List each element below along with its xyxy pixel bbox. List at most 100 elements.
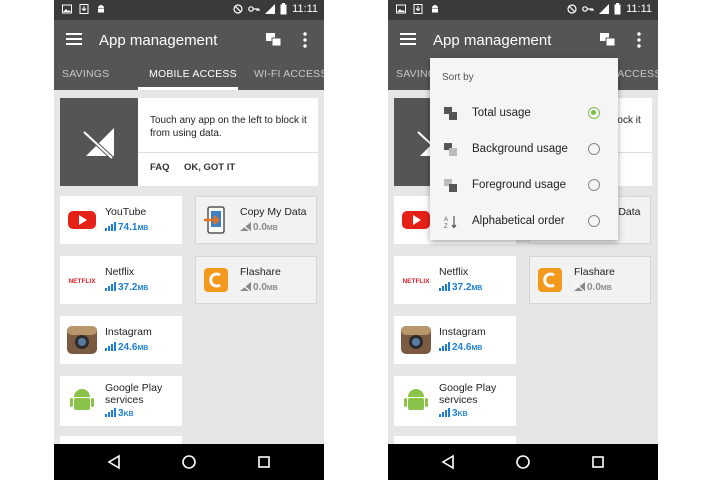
image-icon [396, 4, 406, 14]
home-icon[interactable] [181, 454, 197, 470]
more-vert-icon[interactable] [636, 32, 642, 48]
app-card-partial [394, 436, 516, 444]
app-card-copy-my-data[interactable]: Copy My Data 0.0MB [195, 196, 317, 244]
ok-got-it-button[interactable]: OK, GOT IT [184, 162, 235, 173]
radio-unselected[interactable] [588, 215, 600, 227]
app-bar: App management [388, 20, 658, 60]
recents-icon[interactable] [256, 454, 272, 470]
menu-icon[interactable] [66, 33, 82, 45]
android-robot-icon [404, 389, 428, 410]
phone-screen-right: 11:11 App management SAVINGS MOBILE ACCE… [388, 0, 658, 480]
sort-menu: Sort by Total usage Background usage For… [430, 58, 618, 240]
sort-option-label: Alphabetical order [472, 215, 565, 227]
signal-bars-icon [439, 282, 450, 291]
instagram-icon [67, 326, 97, 354]
block-icon [233, 4, 243, 14]
tab-mobile-access[interactable]: MOBILE ACCESS [149, 68, 237, 80]
signal-bars-icon [439, 342, 450, 351]
blocked-data-icon [240, 222, 251, 231]
app-usage: 74.1MB [105, 222, 148, 233]
info-banner: Touch any app on the left to block it fr… [60, 98, 318, 186]
sort-alpha-icon: AZ [444, 216, 457, 229]
svg-text:Z: Z [444, 224, 448, 229]
app-usage: 0.0MB [240, 282, 278, 293]
menu-icon[interactable] [400, 33, 416, 45]
content-area: Touch any app on the left to block it fr… [54, 90, 324, 444]
app-usage: 24.6MB [105, 342, 148, 353]
copy-my-data-icon [204, 206, 225, 234]
status-bar: 11:11 [388, 0, 658, 20]
key-icon [248, 6, 260, 12]
app-usage: 3KB [439, 408, 468, 419]
app-name: Flashare [574, 266, 615, 278]
app-usage: 24.6MB [439, 342, 482, 353]
sort-option-total-usage[interactable]: Total usage [430, 96, 618, 132]
banner-divider [138, 152, 318, 153]
android-robot-icon [70, 389, 94, 410]
app-card-google-play-services[interactable]: Google Play services 3KB [394, 376, 516, 426]
youtube-icon [68, 211, 96, 229]
app-usage: 0.0MB [240, 222, 278, 233]
sort-option-foreground-usage[interactable]: Foreground usage [430, 168, 618, 204]
netflix-icon: NETFLIX [401, 270, 431, 290]
signal-bars-icon [105, 282, 116, 291]
home-icon[interactable] [515, 454, 531, 470]
radio-selected[interactable] [588, 107, 600, 119]
app-card-flashare[interactable]: Flashare 0.0MB [529, 256, 651, 304]
sort-menu-title: Sort by [442, 72, 474, 83]
navigation-bar [54, 444, 324, 480]
app-name: Copy My Data [240, 206, 307, 218]
app-card-flashare[interactable]: Flashare 0.0MB [195, 256, 317, 304]
sort-option-alphabetical-order[interactable]: AZ Alphabetical order [430, 204, 618, 240]
signal-bars-icon [105, 342, 116, 351]
app-usage: 3KB [105, 408, 134, 419]
app-card-netflix[interactable]: NETFLIX Netflix 37.2MB [60, 256, 182, 304]
blocked-data-icon [574, 282, 585, 291]
instagram-icon [401, 326, 431, 354]
app-usage: 0.0MB [574, 282, 612, 293]
back-icon[interactable] [106, 454, 122, 470]
app-name: Google Play services [105, 382, 163, 406]
overlap-icon[interactable] [266, 33, 282, 47]
app-card-youtube[interactable]: YouTube 74.1MB [60, 196, 182, 244]
data-blocked-icon [82, 128, 114, 160]
back-icon[interactable] [440, 454, 456, 470]
youtube-icon [402, 211, 430, 229]
block-icon [567, 4, 577, 14]
banner-message: Touch any app on the left to block it fr… [150, 115, 307, 139]
radio-unselected[interactable] [588, 179, 600, 191]
recents-icon[interactable] [590, 454, 606, 470]
app-name: Flashare [240, 266, 281, 278]
navigation-bar [388, 444, 658, 480]
app-card-netflix[interactable]: NETFLIX Netflix 37.2MB [394, 256, 516, 304]
sort-option-background-usage[interactable]: Background usage [430, 132, 618, 168]
battery-icon [614, 3, 621, 15]
tab-savings[interactable]: SAVINGS [62, 68, 109, 80]
android-icon [98, 5, 104, 13]
tab-wifi-access[interactable]: WI-FI ACCESS [254, 68, 324, 80]
download-icon [413, 4, 423, 14]
app-name: Google Play services [439, 382, 497, 406]
app-name: Instagram [105, 326, 152, 338]
app-card-instagram[interactable]: Instagram 24.6MB [394, 316, 516, 364]
page-title: App management [99, 32, 218, 49]
app-usage: 37.2MB [439, 282, 482, 293]
signal-bars-icon [439, 408, 450, 417]
app-bar: App management [54, 20, 324, 60]
download-icon [79, 4, 89, 14]
faq-button[interactable]: FAQ [150, 162, 170, 173]
sort-option-label: Total usage [472, 107, 531, 119]
overlap-icon[interactable] [600, 33, 616, 47]
tab-bar: SAVINGS MOBILE ACCESS WI-FI ACCESS [54, 60, 324, 90]
sort-option-label: Foreground usage [472, 179, 566, 191]
netflix-icon: NETFLIX [67, 270, 97, 290]
app-name: Netflix [439, 266, 469, 278]
status-time: 11:11 [626, 3, 652, 15]
app-card-instagram[interactable]: Instagram 24.6MB [60, 316, 182, 364]
more-vert-icon[interactable] [302, 32, 308, 48]
phone-screen-left: 11:11 App management SAVINGS MOBILE ACCE… [54, 0, 324, 480]
android-icon [432, 5, 438, 13]
radio-unselected[interactable] [588, 143, 600, 155]
status-time: 11:11 [292, 3, 318, 15]
app-card-google-play-services[interactable]: Google Play services 3KB [60, 376, 182, 426]
